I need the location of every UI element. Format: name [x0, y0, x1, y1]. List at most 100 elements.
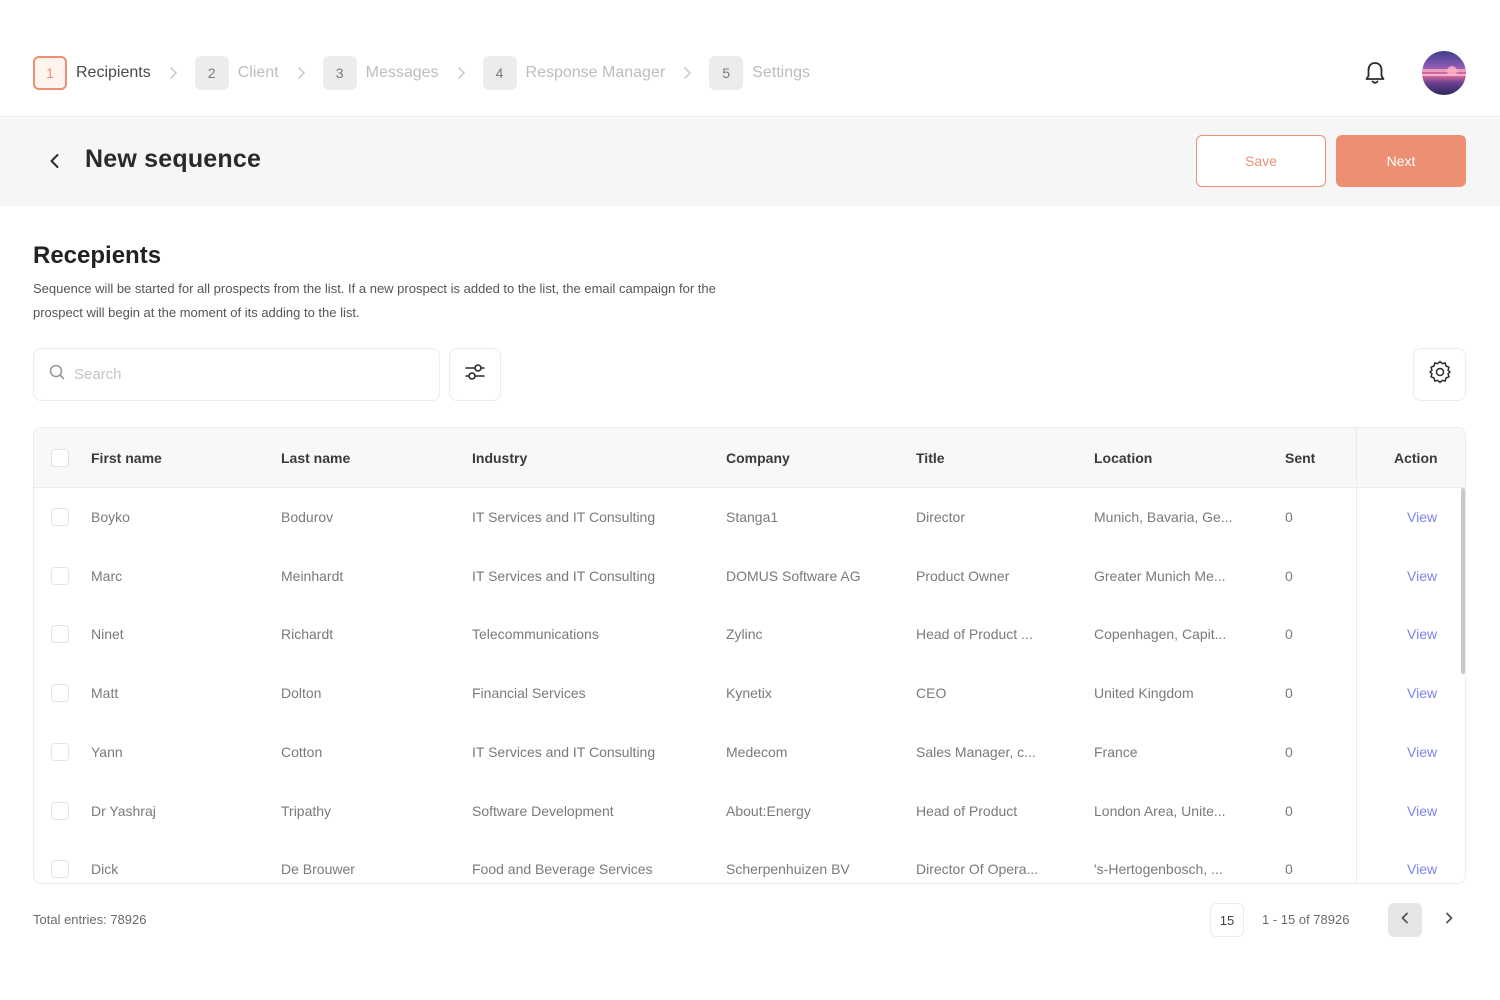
- user-avatar[interactable]: [1422, 51, 1466, 95]
- cell-company: Medecom: [726, 743, 788, 760]
- view-link[interactable]: View: [1407, 664, 1437, 723]
- table-row[interactable]: Dr Yashraj Tripathy Software Development Ab…: [34, 782, 1465, 841]
- chevron-left-icon: [1397, 910, 1413, 931]
- cell-location: London Area, Unite...: [1094, 802, 1226, 819]
- prev-page-button[interactable]: [1388, 903, 1422, 937]
- table-row[interactable]: Dick De Brouwer Food and Beverage Services…: [34, 840, 1465, 883]
- column-header-first-name[interactable]: First name: [91, 428, 162, 488]
- cell-location: Munich, Bavaria, Ge...: [1094, 509, 1233, 525]
- gear-icon: [1427, 359, 1453, 390]
- table-row[interactable]: Ninet Richardt Telecommunications Zylinc Hea…: [34, 605, 1465, 664]
- cell-industry: IT Services and IT Consulting: [472, 743, 656, 760]
- view-link[interactable]: View: [1407, 723, 1437, 782]
- step-label: Client: [237, 64, 279, 81]
- column-header-industry[interactable]: Industry: [472, 428, 527, 488]
- row-checkbox[interactable]: [51, 860, 69, 879]
- next-button[interactable]: Next: [1336, 135, 1466, 187]
- chevron-right-icon: [279, 65, 323, 81]
- section-title: Recepients: [33, 242, 162, 269]
- total-entries: Total entries: 78926: [33, 912, 147, 927]
- cell-last: Richardt: [281, 626, 334, 643]
- column-header-last-name[interactable]: Last name: [281, 428, 350, 488]
- cell-sent: 0: [1285, 743, 1293, 760]
- search-input[interactable]: [74, 366, 414, 383]
- row-checkbox[interactable]: [51, 625, 69, 644]
- view-link[interactable]: View: [1407, 605, 1437, 664]
- step-number: 3: [322, 56, 357, 90]
- table-row[interactable]: Yann Cotton IT Services and IT Consulting M…: [34, 723, 1465, 782]
- cell-title: Director Of Opera...: [916, 861, 1039, 878]
- cell-industry: Software Development: [472, 802, 614, 819]
- back-arrow-icon[interactable]: [42, 148, 68, 174]
- cell-company: DOMUS Software AG: [726, 567, 861, 584]
- cell-location: Copenhagen, Capit...: [1094, 626, 1227, 643]
- step-recipients[interactable]: 1 Recipients: [33, 55, 151, 91]
- column-header-title[interactable]: Title: [916, 428, 945, 488]
- chevron-right-icon: [439, 65, 483, 81]
- row-checkbox[interactable]: [51, 742, 69, 761]
- cell-sent: 0: [1285, 861, 1293, 878]
- cell-location: 's-Hertogenbosch, ...: [1094, 861, 1223, 878]
- search-icon: [48, 363, 66, 386]
- cell-last: Tripathy: [281, 802, 332, 819]
- column-header-sent[interactable]: Sent: [1285, 428, 1315, 488]
- view-link[interactable]: View: [1407, 488, 1437, 547]
- cell-sent: 0: [1285, 685, 1293, 702]
- cell-first: Ninet: [91, 626, 124, 643]
- select-all-checkbox[interactable]: [51, 449, 69, 467]
- step-label: Response Manager: [525, 64, 666, 81]
- bell-icon[interactable]: [1360, 58, 1390, 88]
- cell-location: France: [1094, 743, 1138, 760]
- column-header-action[interactable]: Action: [1394, 428, 1438, 488]
- cell-first: Dr Yashraj: [91, 802, 156, 819]
- cell-first: Boyko: [91, 509, 130, 525]
- cell-company: Kynetix: [726, 685, 772, 702]
- row-checkbox[interactable]: [51, 508, 69, 526]
- cell-location: United Kingdom: [1094, 685, 1194, 702]
- table-settings-button[interactable]: [1413, 348, 1466, 401]
- page-size-select[interactable]: 15: [1210, 903, 1244, 937]
- cell-first: Yann: [91, 743, 123, 760]
- step-settings[interactable]: 5 Settings: [709, 55, 810, 91]
- column-header-location[interactable]: Location: [1094, 428, 1152, 488]
- sliders-icon: [463, 360, 487, 389]
- row-checkbox[interactable]: [51, 801, 69, 820]
- view-link[interactable]: View: [1407, 840, 1437, 883]
- step-label: Messages: [365, 64, 439, 81]
- cell-last: Cotton: [281, 743, 323, 760]
- row-checkbox[interactable]: [51, 566, 69, 585]
- table-scrollbar[interactable]: [1461, 488, 1465, 674]
- view-link[interactable]: View: [1407, 547, 1437, 606]
- view-link[interactable]: View: [1407, 782, 1437, 841]
- row-checkbox[interactable]: [51, 684, 69, 703]
- step-client[interactable]: 2 Client: [194, 55, 279, 91]
- pagination-range: 1 - 15 of 78926: [1262, 912, 1350, 927]
- step-messages[interactable]: 3 Messages: [322, 55, 439, 91]
- action-column-divider: [1356, 428, 1357, 883]
- stepper: 1 Recipients 2 Client 3 Messages 4 Response Man…: [33, 55, 810, 91]
- next-page-button[interactable]: [1432, 903, 1466, 937]
- cell-company: Scherpenhuizen BV: [726, 861, 850, 878]
- chevron-right-icon: [665, 65, 709, 81]
- cell-first: Dick: [91, 861, 119, 878]
- table-row[interactable]: Marc Meinhardt IT Services and IT Consulti…: [34, 547, 1465, 606]
- cell-title: Head of Product: [916, 802, 1018, 819]
- filter-button[interactable]: [449, 348, 501, 401]
- recipients-table: First name Last name Industry Company Title L…: [33, 427, 1466, 884]
- step-number: 5: [709, 56, 744, 90]
- cell-company: Stanga1: [726, 509, 779, 525]
- step-number: 1: [33, 56, 67, 90]
- cell-industry: IT Services and IT Consulting: [472, 567, 656, 584]
- table-row[interactable]: Boyko Bodurov IT Services and IT Consultin…: [34, 488, 1465, 547]
- column-header-company[interactable]: Company: [726, 428, 790, 488]
- save-button[interactable]: Save: [1196, 135, 1326, 187]
- search-box: [33, 348, 440, 401]
- cell-title: Head of Product ...: [916, 626, 1033, 643]
- chevron-right-icon: [1441, 910, 1457, 931]
- cell-title: Product Owner: [916, 567, 1010, 584]
- cell-last: Meinhardt: [281, 567, 344, 584]
- step-response-manager[interactable]: 4 Response Manager: [482, 55, 666, 91]
- cell-first: Marc: [91, 567, 123, 584]
- table-row[interactable]: Matt Dolton Financial Services Kynetix CEO Un…: [34, 664, 1465, 723]
- cell-location: Greater Munich Me...: [1094, 567, 1226, 584]
